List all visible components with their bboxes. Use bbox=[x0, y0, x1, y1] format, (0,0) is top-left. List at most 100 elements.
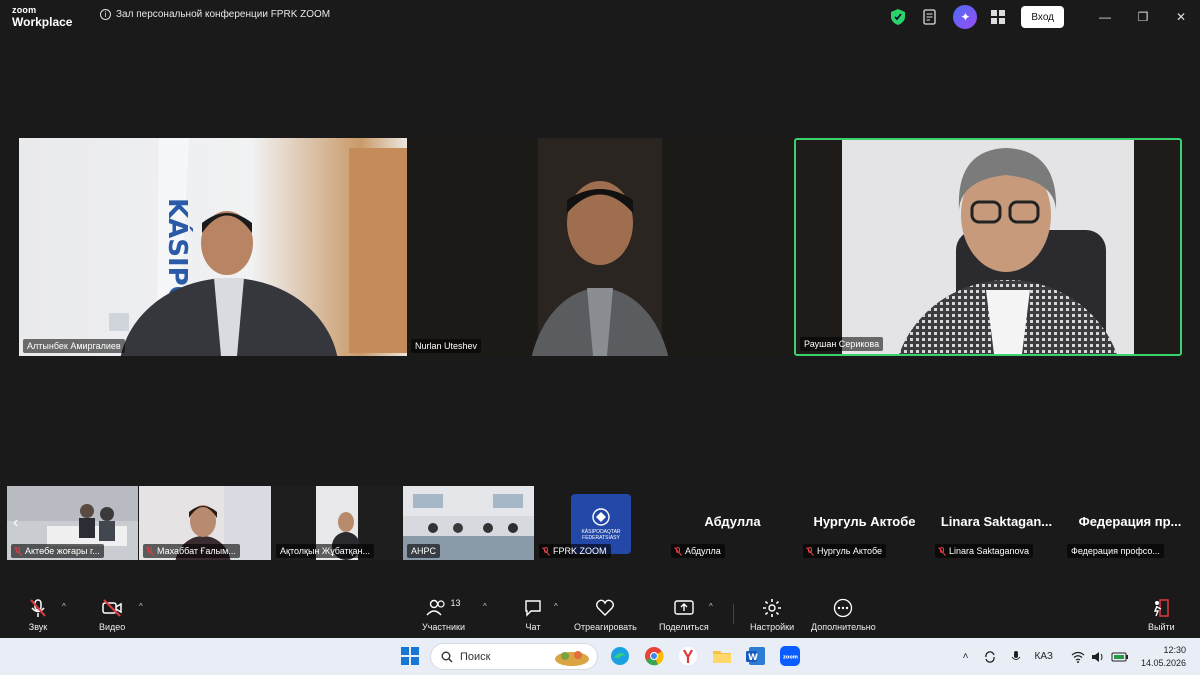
participant-name: Актөбе жоғары г... bbox=[11, 544, 104, 558]
chat-icon bbox=[525, 600, 541, 617]
mic-muted-icon bbox=[674, 547, 682, 556]
participant-name: FPRK ZOOM bbox=[539, 544, 611, 558]
info-icon[interactable]: i bbox=[100, 9, 111, 20]
logo-line2: Workplace bbox=[12, 15, 73, 29]
chrome-icon[interactable] bbox=[643, 645, 665, 667]
search-highlight-icon bbox=[555, 651, 589, 666]
logo-text: KÁSIPODAQTAR FEDERATSIASY bbox=[581, 529, 621, 541]
participants-icon bbox=[426, 599, 446, 616]
search-placeholder: Поиск bbox=[460, 650, 491, 663]
participant-name: Раушан Серикова bbox=[800, 337, 884, 351]
logo-line1: zoom bbox=[12, 5, 37, 15]
zoom-taskbar-icon[interactable]: zoom bbox=[779, 645, 801, 667]
emblem-icon bbox=[592, 508, 610, 526]
strip-tile[interactable]: Linara Saktagan... Linara Saktaganova bbox=[931, 486, 1062, 560]
windows-taskbar: Поиск W zoom ˄ КАЗ 12:30 14.05.2026 bbox=[0, 638, 1200, 675]
react-label: Отреагировать bbox=[574, 622, 637, 632]
audio-options-icon[interactable]: ^ bbox=[62, 602, 66, 611]
apps-grid-icon[interactable] bbox=[989, 8, 1007, 26]
strip-tile[interactable]: ‹ Актөбе жоғары г... bbox=[7, 486, 138, 560]
participants-button[interactable]: 13 Участники bbox=[422, 598, 465, 632]
notes-icon[interactable] bbox=[921, 8, 939, 26]
video-label: Видео bbox=[99, 622, 126, 632]
wifi-icon[interactable] bbox=[1071, 651, 1085, 663]
prev-page-icon[interactable]: ‹ bbox=[13, 514, 18, 532]
volume-icon[interactable] bbox=[1091, 651, 1105, 663]
close-icon[interactable]: ✕ bbox=[1162, 0, 1200, 34]
participant-name: Алтынбек Амиргалиев bbox=[23, 339, 125, 353]
video-tile-active-speaker[interactable]: Раушан Серикова bbox=[794, 138, 1182, 356]
camera-off-icon bbox=[102, 599, 122, 617]
leave-label: Выйти bbox=[1148, 622, 1175, 632]
signin-button[interactable]: Вход bbox=[1021, 6, 1064, 28]
participant-name: Ақтолқын Жұбатқан... bbox=[276, 544, 374, 558]
video-options-icon[interactable]: ^ bbox=[139, 602, 143, 611]
strip-tile[interactable]: Махаббат Ғалым... bbox=[139, 486, 271, 560]
more-button[interactable]: Дополнительно bbox=[811, 598, 876, 632]
participant-name: Linara Saktaganova bbox=[935, 544, 1034, 558]
share-button[interactable]: Поделиться bbox=[659, 598, 709, 632]
restore-icon[interactable]: ❐ bbox=[1124, 0, 1162, 34]
video-tile-2[interactable]: Nurlan Uteshev bbox=[407, 138, 793, 356]
svg-text:W: W bbox=[748, 653, 758, 663]
strip-tile[interactable]: Нургуль Актобе Нургуль Актобе bbox=[799, 486, 930, 560]
strip-tile[interactable]: KÁSIPODAQTAR FEDERATSIASY FPRK ZOOM bbox=[535, 486, 666, 560]
minimize-icon[interactable]: — bbox=[1086, 0, 1124, 34]
file-explorer-icon[interactable] bbox=[711, 645, 733, 667]
toolbar-divider bbox=[733, 604, 734, 624]
battery-icon[interactable] bbox=[1111, 651, 1129, 663]
clock-time: 12:30 bbox=[1163, 644, 1186, 655]
chat-label: Чат bbox=[525, 622, 541, 632]
strip-tile[interactable]: Абдулла Абдулла bbox=[667, 486, 798, 560]
participant-name: Абдулла bbox=[671, 544, 725, 558]
more-label: Дополнительно bbox=[811, 622, 876, 632]
chat-options-icon[interactable]: ^ bbox=[554, 602, 558, 611]
language-indicator[interactable]: КАЗ bbox=[1035, 651, 1053, 662]
show-hidden-icons[interactable]: ˄ bbox=[963, 651, 969, 662]
participant-name: AHPC bbox=[407, 544, 441, 558]
more-icon bbox=[834, 598, 853, 618]
participants-options-icon[interactable]: ^ bbox=[483, 602, 487, 611]
video-feed-2 bbox=[531, 138, 669, 356]
share-label: Поделиться bbox=[659, 622, 709, 632]
mic-tray-icon[interactable] bbox=[1009, 650, 1023, 664]
zoom-logo: zoom Workplace bbox=[12, 5, 73, 29]
participants-label: Участники bbox=[422, 622, 465, 632]
sync-icon[interactable] bbox=[983, 650, 997, 664]
clock[interactable]: 12:30 14.05.2026 bbox=[1141, 644, 1186, 670]
audio-button[interactable]: Звук bbox=[28, 598, 48, 632]
search-icon bbox=[441, 651, 453, 663]
video-tile-1[interactable]: KÁSIPO Алтынбек Амиргалиев bbox=[19, 138, 407, 356]
strip-tile[interactable]: Ақтолқын Жұбатқан... bbox=[272, 486, 402, 560]
meeting-info[interactable]: i Зал персональной конференции FPRK ZOOM bbox=[100, 9, 330, 20]
strip-tile[interactable]: Федерация пр... Федерация профсо... bbox=[1063, 486, 1197, 560]
strip-tile[interactable]: AHPC bbox=[403, 486, 534, 560]
react-button[interactable]: Отреагировать bbox=[574, 598, 637, 632]
system-tray: ˄ КАЗ 12:30 14.05.2026 bbox=[963, 638, 1200, 675]
meeting-toolbar: Звук ^ Видео ^ 13 Участники ^ Чат ^ Отре… bbox=[0, 592, 1200, 637]
meeting-title: Зал персональной конференции FPRK ZOOM bbox=[116, 9, 331, 20]
video-button[interactable]: Видео bbox=[99, 598, 125, 632]
taskbar-search[interactable]: Поиск bbox=[430, 643, 598, 670]
word-icon[interactable]: W bbox=[745, 645, 767, 667]
title-bar-actions: ✦ Вход — ❐ ✕ bbox=[889, 0, 1200, 34]
svg-text:zoom: zoom bbox=[783, 655, 798, 661]
windows-start-icon[interactable] bbox=[399, 645, 421, 667]
audio-label: Звук bbox=[28, 622, 48, 632]
yandex-browser-icon[interactable] bbox=[677, 645, 699, 667]
participant-name: Nurlan Uteshev bbox=[411, 339, 482, 353]
ai-companion-icon[interactable]: ✦ bbox=[953, 5, 978, 29]
video-feed-3 bbox=[842, 140, 1134, 354]
participant-display-name: Linara Saktagan... bbox=[940, 514, 1053, 529]
participant-display-name: Абдулла bbox=[704, 514, 761, 529]
edge-icon[interactable] bbox=[609, 645, 631, 667]
heart-icon bbox=[596, 599, 615, 616]
mic-muted-icon bbox=[806, 547, 814, 556]
settings-button[interactable]: Настройки bbox=[750, 598, 794, 632]
share-options-icon[interactable]: ^ bbox=[709, 602, 713, 611]
leave-button[interactable]: Выйти bbox=[1148, 598, 1175, 632]
leave-icon bbox=[1154, 599, 1170, 617]
chat-button[interactable]: Чат bbox=[523, 598, 543, 632]
participant-display-name: Федерация пр... bbox=[1078, 514, 1182, 529]
shield-icon[interactable] bbox=[889, 8, 907, 26]
